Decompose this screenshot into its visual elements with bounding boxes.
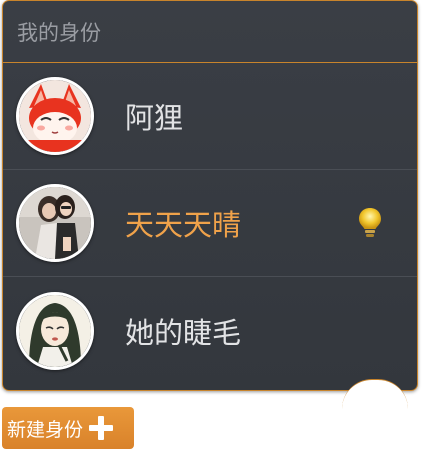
identity-name: 阿狸 <box>125 101 184 135</box>
girl-illustration-avatar <box>16 291 94 370</box>
identity-panel: 我的身份 阿狸 天天天晴 她的睫毛 <box>2 0 418 391</box>
identity-row-tiantian[interactable]: 天天天晴 <box>3 170 417 277</box>
panel-title: 我的身份 <box>17 20 101 45</box>
identity-row-jiemao[interactable]: 她的睫毛 <box>3 277 417 384</box>
new-identity-button[interactable]: 新建身份 <box>2 407 134 449</box>
plus-icon <box>89 416 114 440</box>
panel-header: 我的身份 <box>3 1 417 63</box>
identity-name: 她的睫毛 <box>125 315 242 350</box>
fox-avatar <box>16 77 94 155</box>
lightbulb-icon <box>359 208 381 237</box>
girls-photo-avatar <box>16 184 94 262</box>
new-identity-label: 新建身份 <box>7 418 84 441</box>
identity-row-ali[interactable]: 阿狸 <box>3 63 417 170</box>
identity-name: 天天天晴 <box>125 208 242 242</box>
